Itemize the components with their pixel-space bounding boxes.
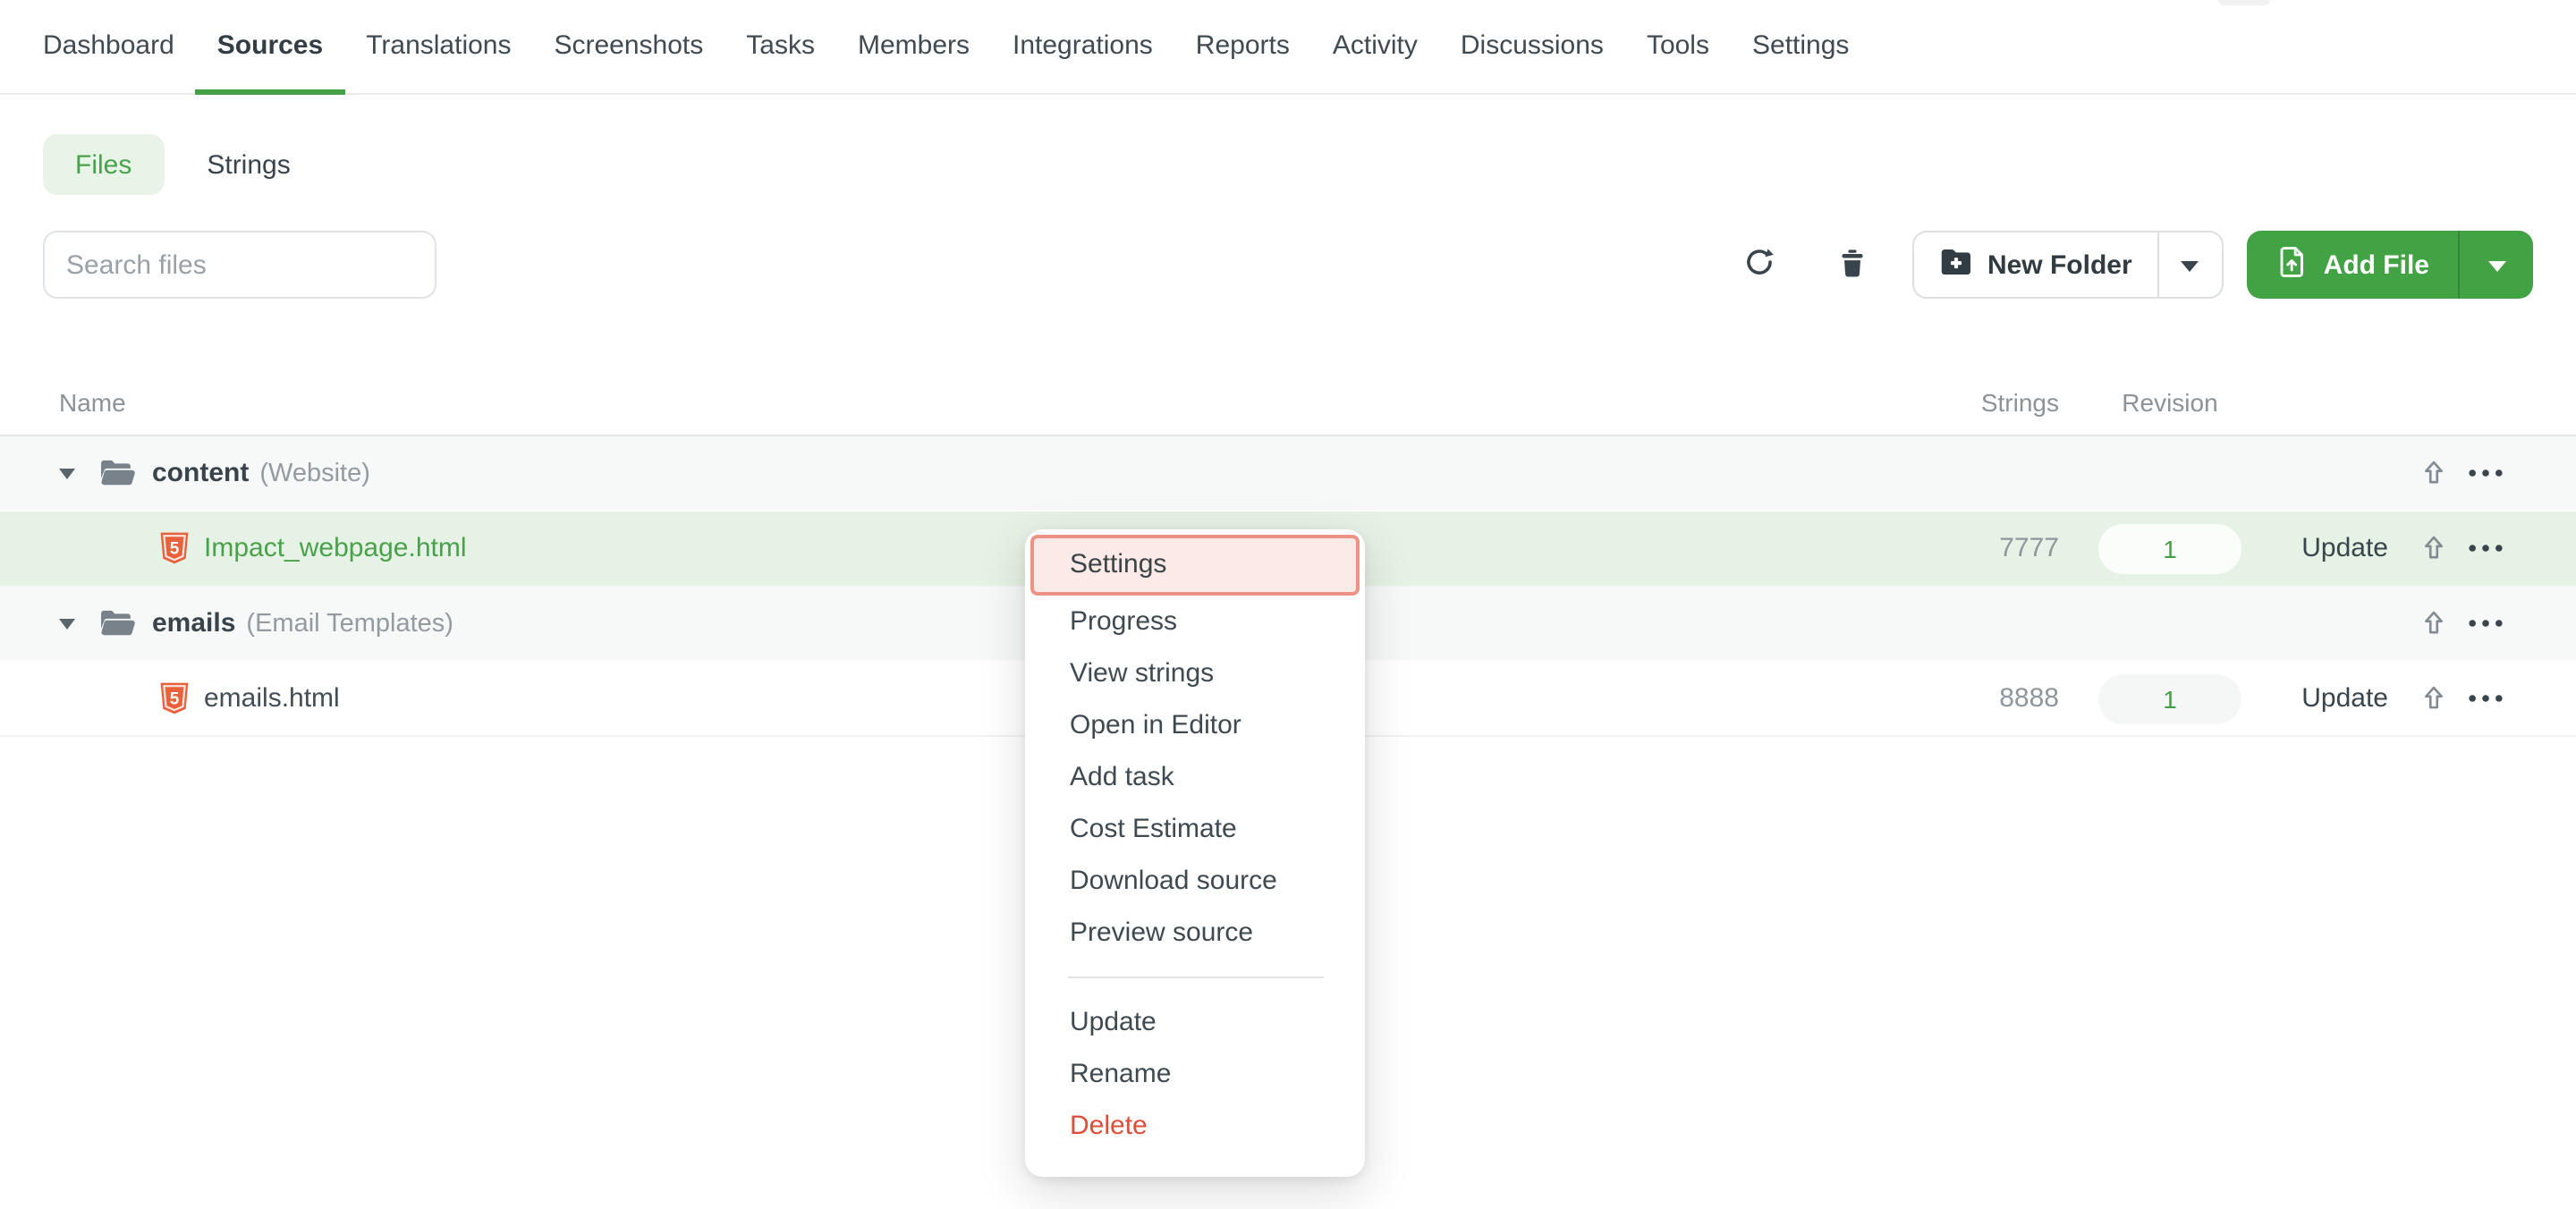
toolbar-actions: New Folder Add File (1732, 231, 2533, 299)
context-menu-item-settings[interactable]: Settings (1030, 535, 1360, 596)
context-menu-item-add-task[interactable]: Add task (1025, 751, 1365, 803)
svg-text:5: 5 (170, 540, 180, 559)
nav-item-settings[interactable]: Settings (1731, 0, 1870, 95)
nav-item-members[interactable]: Members (836, 0, 991, 95)
nav-item-reports[interactable]: Reports (1174, 0, 1311, 95)
nav-item-tools[interactable]: Tools (1625, 0, 1731, 95)
context-menu-item-update[interactable]: Update (1025, 996, 1365, 1048)
upload-translations-icon[interactable] (2419, 535, 2447, 562)
table-row-folder-content[interactable]: content (Website) (0, 436, 2576, 512)
collapse-caret-icon[interactable] (59, 468, 80, 478)
new-folder-button[interactable]: New Folder (1914, 232, 2157, 297)
folder-plus-icon (1939, 246, 1973, 283)
file-context-menu: Settings Progress View strings Open in E… (1025, 529, 1365, 1177)
column-header-revision: Revision (2098, 387, 2241, 416)
context-menu-item-preview-source[interactable]: Preview source (1025, 907, 1365, 959)
nav-item-dashboard[interactable]: Dashboard (21, 0, 196, 95)
search-input[interactable] (43, 231, 436, 299)
nav-item-sources[interactable]: Sources (196, 0, 344, 95)
folder-note: (Email Templates) (246, 609, 453, 638)
refresh-button[interactable] (1732, 236, 1789, 293)
context-menu-item-progress[interactable]: Progress (1025, 596, 1365, 647)
add-file-dropdown-toggle[interactable] (2458, 231, 2533, 299)
folder-icon (98, 608, 136, 638)
tab-files[interactable]: Files (43, 134, 164, 195)
context-menu-item-delete[interactable]: Delete (1025, 1100, 1365, 1152)
file-name-link[interactable]: Impact_webpage.html (204, 533, 467, 563)
new-folder-split-button: New Folder (1912, 231, 2224, 299)
folder-note: (Website) (259, 459, 370, 487)
context-menu-divider (1068, 976, 1324, 978)
nav-item-screenshots[interactable]: Screenshots (533, 0, 725, 95)
html5-file-icon: 5 (159, 681, 190, 715)
revision-badge[interactable]: 1 (2098, 673, 2241, 723)
nav-item-activity[interactable]: Activity (1311, 0, 1439, 95)
upload-translations-icon[interactable] (2419, 460, 2447, 486)
delete-files-button[interactable] (1825, 236, 1882, 293)
files-toolbar: New Folder Add File (43, 231, 2533, 299)
top-navigation: Dashboard Sources Translations Screensho… (0, 0, 2576, 95)
context-menu-item-open-in-editor[interactable]: Open in Editor (1025, 699, 1365, 751)
new-folder-label: New Folder (1987, 249, 2132, 280)
folder-name[interactable]: content (152, 458, 249, 488)
nav-item-tasks[interactable]: Tasks (724, 0, 836, 95)
collapse-caret-icon[interactable] (59, 618, 80, 629)
context-menu-item-cost-estimate[interactable]: Cost Estimate (1025, 803, 1365, 855)
clipped-toast-edge (2218, 0, 2270, 5)
file-upload-icon (2275, 244, 2308, 285)
row-more-menu-icon[interactable] (2467, 619, 2503, 628)
row-more-menu-icon[interactable] (2467, 469, 2503, 478)
svg-text:5: 5 (170, 690, 180, 709)
folder-name[interactable]: emails (152, 608, 235, 638)
row-more-menu-icon[interactable] (2467, 694, 2503, 703)
refresh-icon (1745, 247, 1775, 283)
sources-page: Dashboard Sources Translations Screensho… (0, 0, 2576, 1209)
strings-count: 8888 (1952, 683, 2059, 714)
add-file-button[interactable]: Add File (2247, 231, 2458, 299)
upload-translations-icon[interactable] (2419, 685, 2447, 712)
new-folder-dropdown-toggle[interactable] (2157, 232, 2222, 297)
add-file-label: Add File (2324, 249, 2429, 280)
update-link[interactable]: Update (2241, 683, 2388, 714)
context-menu-item-view-strings[interactable]: View strings (1025, 647, 1365, 699)
context-menu-item-download-source[interactable]: Download source (1025, 855, 1365, 907)
table-header: Name Strings Revision (0, 368, 2576, 436)
strings-count: 7777 (1952, 533, 2059, 563)
html5-file-icon: 5 (159, 531, 190, 565)
trash-icon (1838, 246, 1868, 283)
nav-item-discussions[interactable]: Discussions (1439, 0, 1625, 95)
folder-icon (98, 458, 136, 488)
column-header-strings: Strings (1952, 387, 2059, 416)
upload-translations-icon[interactable] (2419, 610, 2447, 637)
column-header-name: Name (0, 387, 1952, 416)
row-more-menu-icon[interactable] (2467, 544, 2503, 553)
file-name-link[interactable]: emails.html (204, 683, 340, 714)
revision-badge[interactable]: 1 (2098, 523, 2241, 573)
view-switcher: Files Strings (43, 134, 2533, 195)
add-file-split-button: Add File (2247, 231, 2533, 299)
nav-item-integrations[interactable]: Integrations (991, 0, 1174, 95)
chevron-down-icon (2182, 260, 2199, 280)
chevron-down-icon (2487, 260, 2505, 280)
tab-strings[interactable]: Strings (174, 134, 322, 195)
nav-item-translations[interactable]: Translations (344, 0, 532, 95)
context-menu-item-rename[interactable]: Rename (1025, 1048, 1365, 1100)
update-link[interactable]: Update (2241, 533, 2388, 563)
